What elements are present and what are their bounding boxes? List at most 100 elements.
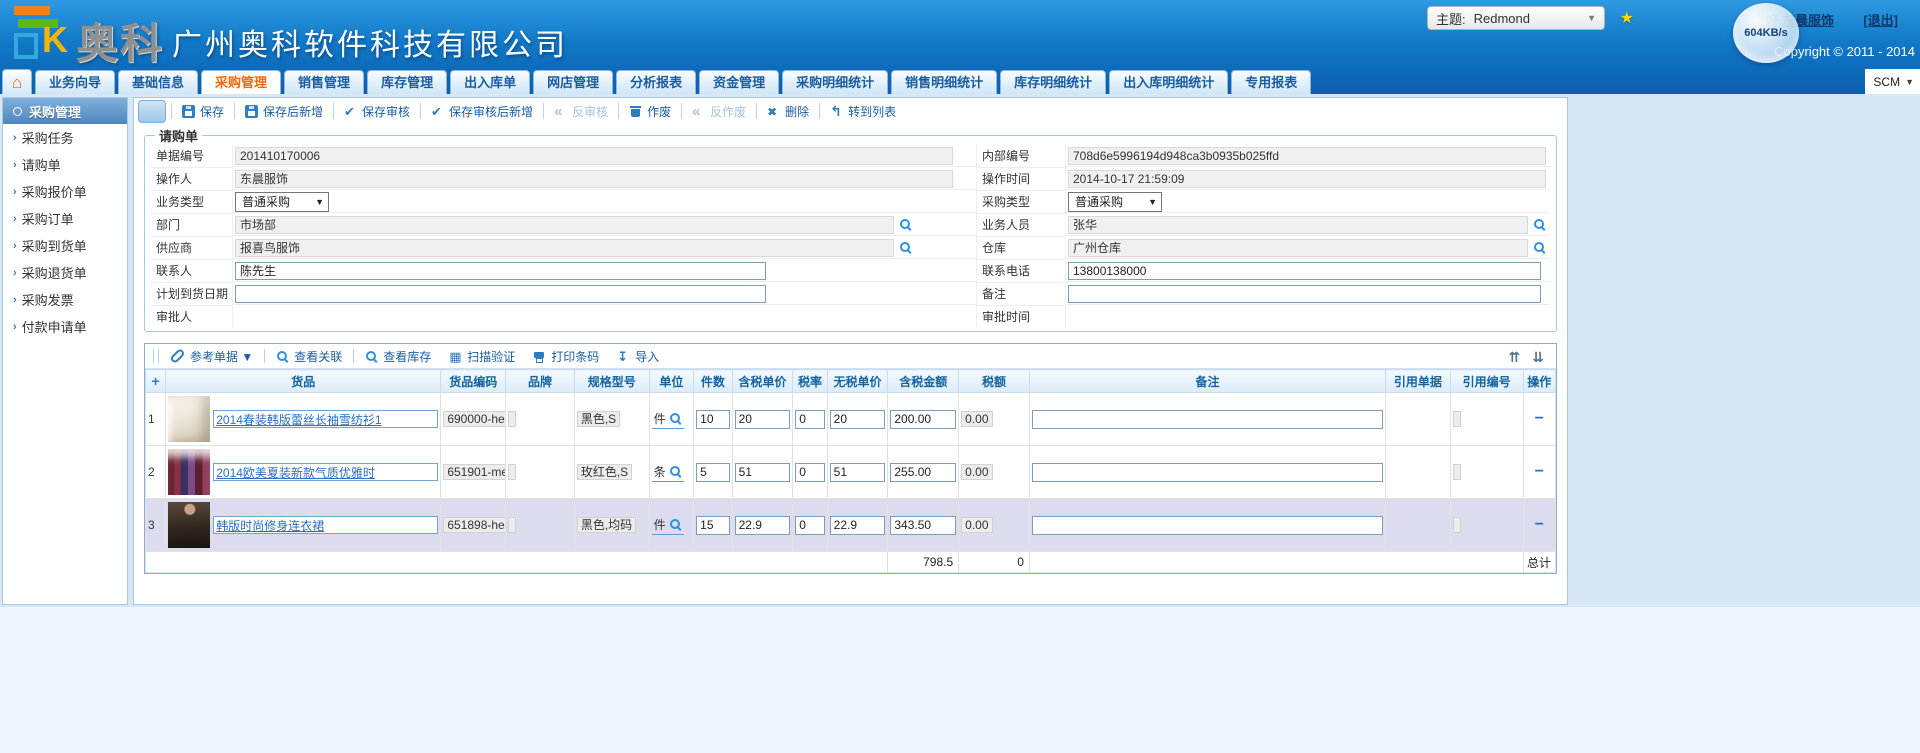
product-name-input[interactable] — [213, 463, 438, 481]
brand-value — [508, 411, 516, 427]
remark-input[interactable] — [1068, 285, 1541, 303]
toolbar-button[interactable]: 删除 — [756, 103, 819, 119]
price-no-tax-input[interactable] — [830, 410, 886, 429]
toolbar-button-icon — [245, 105, 258, 118]
brand-cell — [506, 393, 575, 446]
remove-row-button[interactable]: − — [1526, 410, 1553, 428]
sidebar-item[interactable]: › 付款申请单 — [3, 313, 127, 340]
grid-toolbar-button-icon — [617, 350, 630, 363]
nav-tab-label: 采购管理 — [215, 75, 267, 90]
qty-input[interactable] — [696, 410, 729, 429]
supplier-value[interactable]: 报喜鸟服饰 — [235, 239, 894, 257]
qty-input[interactable] — [696, 463, 729, 482]
nav-tab[interactable]: 出入库单 — [450, 70, 530, 94]
line-remark-input[interactable] — [1032, 516, 1383, 535]
grid-toolbar-button[interactable]: 查看库存 — [356, 348, 440, 364]
product-name-input[interactable] — [213, 516, 438, 534]
next-record-icon[interactable]: ⇊ — [1532, 349, 1544, 366]
price-with-tax-input[interactable] — [735, 516, 791, 535]
nav-tab[interactable]: 采购明细统计 — [782, 70, 888, 94]
contact-input[interactable] — [235, 262, 766, 280]
search-icon[interactable] — [899, 241, 912, 254]
unit-lookup[interactable]: 条 — [652, 463, 684, 482]
price-no-tax-input[interactable] — [830, 516, 886, 535]
sidebar-collapse-handle[interactable] — [138, 100, 166, 123]
qty-input[interactable] — [696, 516, 729, 535]
tax-rate-input[interactable] — [795, 463, 824, 482]
amount-input[interactable] — [890, 410, 956, 429]
grid-toolbar-button[interactable]: 打印条码 — [524, 348, 608, 364]
divider — [353, 349, 354, 363]
prev-record-icon[interactable]: ⇈ — [1509, 349, 1521, 366]
nav-tab[interactable]: 销售管理 — [284, 70, 364, 94]
add-row-button[interactable]: + — [146, 370, 166, 393]
sidebar-item[interactable]: › 采购任务 — [3, 124, 127, 151]
price-no-tax-input[interactable] — [830, 463, 886, 482]
sidebar-item[interactable]: › 采购退货单 — [3, 259, 127, 286]
search-icon[interactable] — [1533, 218, 1546, 231]
remove-row-button[interactable]: − — [1526, 463, 1553, 481]
toolbar-button-icon — [344, 105, 357, 118]
toolbar-button[interactable]: 反作废 — [681, 103, 756, 119]
department-value[interactable]: 市场部 — [235, 216, 894, 234]
tax-rate-input[interactable] — [795, 516, 824, 535]
nav-tab[interactable]: 销售明细统计 — [891, 70, 997, 94]
nav-tab[interactable]: 库存明细统计 — [1000, 70, 1106, 94]
biz-type-select[interactable]: 普通采购 ▼ — [235, 192, 329, 212]
sidebar-item[interactable]: › 采购报价单 — [3, 178, 127, 205]
scm-module-select[interactable]: SCM ▼ — [1865, 69, 1920, 94]
toolbar-button[interactable]: 保存审核 — [333, 103, 420, 119]
theme-select[interactable]: 主题: Redmond ▼ — [1427, 6, 1605, 30]
toolbar-button[interactable]: 转到列表 — [819, 103, 906, 119]
circle-icon — [13, 107, 22, 116]
nav-tab[interactable]: 库存管理 — [367, 70, 447, 94]
salesperson-value[interactable]: 张华 — [1068, 216, 1528, 234]
warehouse-value[interactable]: 广州仓库 — [1068, 239, 1528, 257]
nav-tab[interactable]: 出入库明细统计 — [1109, 70, 1228, 94]
sidebar-item[interactable]: › 请购单 — [3, 151, 127, 178]
price-with-tax-input[interactable] — [735, 463, 791, 482]
search-icon[interactable] — [899, 218, 912, 231]
nav-tab[interactable]: 业务向导 — [35, 70, 115, 94]
logout-link[interactable]: [退出] — [1863, 10, 1898, 29]
toolbar-button[interactable]: 保存审核后新增 — [420, 103, 543, 119]
line-remark-input[interactable] — [1032, 463, 1383, 482]
amount-input[interactable] — [890, 463, 956, 482]
purchase-type-select[interactable]: 普通采购 ▼ — [1068, 192, 1162, 212]
remove-row-button[interactable]: − — [1526, 516, 1553, 534]
favorite-star-icon[interactable]: ★ — [1620, 8, 1634, 28]
totals-label: 总计 — [1523, 552, 1555, 573]
sidebar-item[interactable]: › 采购发票 — [3, 286, 127, 313]
toolbar-button[interactable]: 反审核 — [543, 103, 618, 119]
phone-input[interactable] — [1068, 262, 1541, 280]
price-with-tax-input[interactable] — [735, 410, 791, 429]
nav-tab[interactable]: 采购管理 — [201, 70, 281, 94]
unit-lookup[interactable]: 件 — [652, 516, 684, 535]
toolbar-button[interactable]: 保存后新增 — [234, 103, 333, 119]
nav-tab[interactable]: 基础信息 — [118, 70, 198, 94]
grid-toolbar-button[interactable]: 导入 — [608, 348, 668, 364]
doc-no-value: 201410170006 — [235, 147, 953, 165]
grid-toolbar-button[interactable]: 查看关联 — [267, 348, 351, 364]
sidebar-item[interactable]: › 采购到货单 — [3, 232, 127, 259]
grid-toolbar-button[interactable]: 参考单据 ▼ — [161, 348, 262, 364]
planned-date-input[interactable] — [235, 285, 766, 303]
nav-tab[interactable]: 分析报表 — [616, 70, 696, 94]
line-remark-input[interactable] — [1032, 410, 1383, 429]
home-tab[interactable]: ⌂ — [2, 69, 32, 94]
unit-lookup[interactable]: 件 — [652, 410, 684, 429]
grid-toolbar-button[interactable]: 扫描验证 — [440, 348, 524, 364]
nav-tab[interactable]: 资金管理 — [699, 70, 779, 94]
toolbar-button[interactable]: 作废 — [618, 103, 681, 119]
toolbar-button-icon — [554, 105, 567, 118]
sidebar-item[interactable]: › 采购订单 — [3, 205, 127, 232]
field-salesperson: 张华 — [1066, 214, 1550, 236]
nav-tab[interactable]: 网店管理 — [533, 70, 613, 94]
toolbar-button[interactable]: 保存 — [171, 103, 234, 119]
field-warehouse: 广州仓库 — [1066, 237, 1550, 259]
search-icon[interactable] — [1533, 241, 1546, 254]
amount-input[interactable] — [890, 516, 956, 535]
product-name-input[interactable] — [213, 410, 438, 428]
tax-rate-input[interactable] — [795, 410, 824, 429]
nav-tab[interactable]: 专用报表 — [1231, 70, 1311, 94]
